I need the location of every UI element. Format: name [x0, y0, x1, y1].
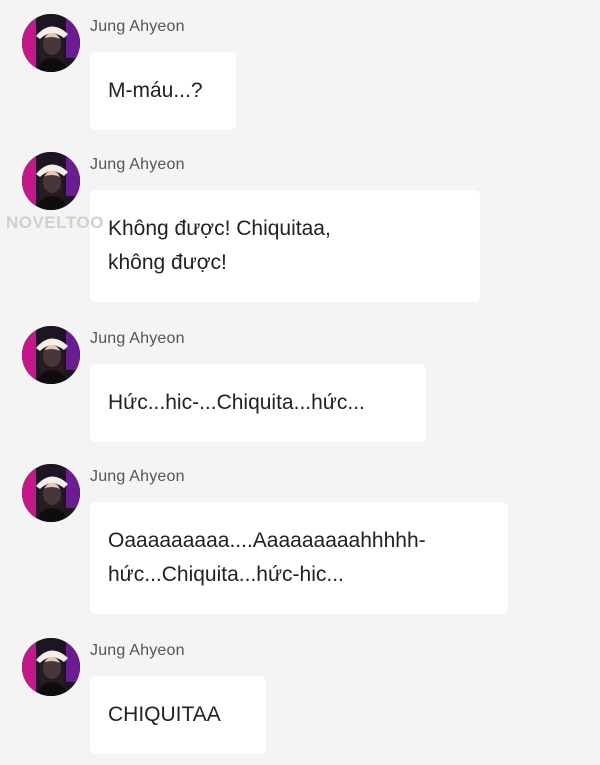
- message-bubble[interactable]: Hức...hic-...Chiquita...hức...: [90, 364, 426, 442]
- sender-name: Jung Ahyeon: [90, 156, 185, 173]
- avatar[interactable]: [22, 638, 80, 696]
- avatar-icon: [22, 464, 80, 522]
- message-bubble[interactable]: CHIQUITAA: [90, 676, 266, 754]
- avatar[interactable]: [22, 464, 80, 522]
- avatar[interactable]: [22, 152, 80, 210]
- message-bubble[interactable]: Không được! Chiquitaa, không được!: [90, 190, 480, 302]
- avatar-icon: [22, 326, 80, 384]
- sender-name: Jung Ahyeon: [90, 18, 185, 35]
- avatar-icon: [22, 14, 80, 72]
- sender-name: Jung Ahyeon: [90, 468, 185, 485]
- message-bubble[interactable]: M-máu...?: [90, 52, 236, 130]
- avatar[interactable]: [22, 326, 80, 384]
- message-bubble[interactable]: Oaaaaaaaaa....Aaaaaaaaahhhhh- hức...Chiq…: [90, 502, 508, 614]
- sender-name: Jung Ahyeon: [90, 642, 185, 659]
- watermark-logo: NOVELTOO: [6, 213, 104, 232]
- avatar[interactable]: [22, 14, 80, 72]
- sender-name: Jung Ahyeon: [90, 330, 185, 347]
- avatar-icon: [22, 152, 80, 210]
- avatar-icon: [22, 638, 80, 696]
- chat-thread: Jung Ahyeon M-máu...? Jung Ahyeon Không …: [0, 0, 600, 765]
